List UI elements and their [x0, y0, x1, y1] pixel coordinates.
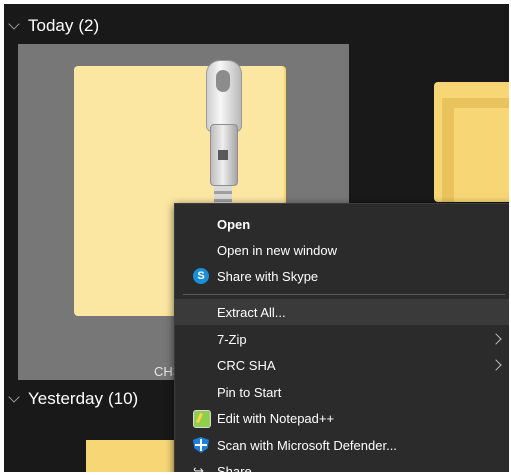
menu-item-label: Open in new window	[217, 242, 337, 258]
menu-item-open[interactable]: Open	[175, 211, 509, 237]
menu-item-label: Edit with Notepad++	[217, 410, 335, 426]
menu-item-label: CRC SHA	[217, 357, 276, 373]
zipper-mark	[218, 150, 228, 160]
menu-item-extract-all[interactable]: Extract All...	[175, 299, 509, 325]
chevron-down-icon[interactable]	[8, 17, 20, 30]
menu-item-7zip[interactable]: 7-Zip	[175, 326, 509, 352]
menu-item-open-new-window[interactable]: Open in new window	[175, 237, 509, 263]
zipper-hole	[216, 70, 230, 92]
share-icon: ↪	[193, 463, 204, 472]
group-label: Yesterday	[28, 389, 103, 408]
menu-separator	[183, 294, 505, 295]
menu-item-scan-defender[interactable]: Scan with Microsoft Defender...	[175, 432, 509, 458]
menu-item-edit-notepad[interactable]: Edit with Notepad++	[175, 405, 509, 431]
folder-icon[interactable]	[434, 82, 509, 202]
menu-item-label: Open	[217, 216, 251, 232]
group-label: Today	[28, 16, 74, 35]
microsoft-defender-icon	[193, 437, 209, 453]
menu-item-crc-sha[interactable]: CRC SHA	[175, 352, 509, 378]
group-header-today[interactable]: Today (2)	[8, 12, 100, 40]
menu-item-label: Share	[217, 463, 252, 473]
group-count: (10)	[107, 389, 139, 408]
context-menu: Open Open in new window S Share with Sky…	[174, 203, 509, 472]
chevron-right-icon	[490, 359, 502, 371]
notepad-plus-plus-icon	[193, 410, 211, 428]
file-explorer-view: Today (2) CH34 Yesterday (10) Open Open …	[4, 4, 509, 472]
menu-item-label: 7-Zip	[217, 331, 247, 347]
chevron-down-icon[interactable]	[8, 390, 20, 403]
menu-item-label: Pin to Start	[217, 384, 282, 400]
menu-item-label: Extract All...	[217, 304, 286, 320]
menu-item-share[interactable]: ↪ Share	[175, 458, 509, 472]
skype-icon: S	[193, 268, 209, 284]
menu-item-share-skype[interactable]: S Share with Skype	[175, 263, 509, 289]
group-header-yesterday[interactable]: Yesterday (10)	[8, 385, 139, 413]
chevron-right-icon	[490, 333, 502, 345]
group-count: (2)	[78, 16, 100, 35]
menu-item-pin-to-start[interactable]: Pin to Start	[175, 379, 509, 405]
menu-item-label: Share with Skype	[217, 268, 319, 284]
menu-item-label: Scan with Microsoft Defender...	[217, 437, 397, 453]
